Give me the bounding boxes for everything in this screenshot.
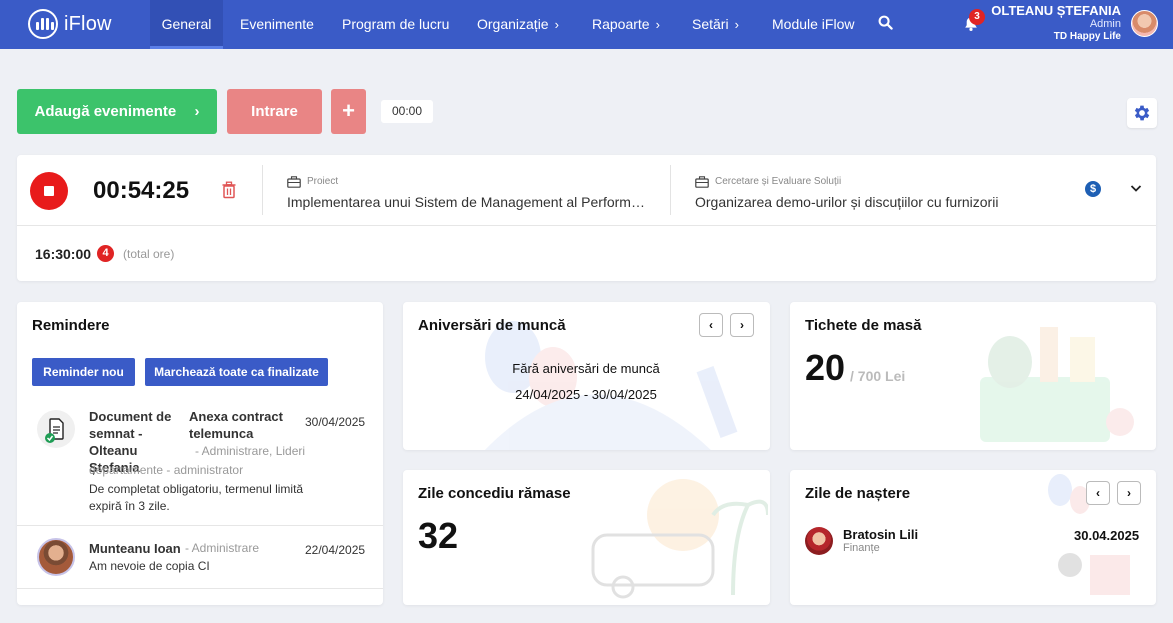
nav-label: Program de lucru [342, 16, 450, 32]
document-sign-icon [37, 410, 75, 448]
chevron-right-icon: › [655, 17, 660, 32]
chevron-down-icon[interactable] [1129, 181, 1143, 195]
new-reminder-button[interactable]: Reminder nou [32, 358, 135, 386]
chevron-right-icon: › [194, 103, 200, 120]
birthdays-title: Zile de naștere [805, 485, 911, 502]
nav-label: Setări [692, 16, 729, 32]
activity-label: Cercetare și Evaluare Soluții [715, 176, 842, 187]
activity-value[interactable]: Organizarea demo-urilor și discuțiilor c… [695, 194, 1065, 210]
vacation-title: Zile concediu rămase [418, 485, 571, 502]
logo-icon [28, 9, 58, 39]
meal-tickets-card: Tichete de masă 20 / 700 Lei [790, 302, 1156, 450]
logo[interactable]: iFlow [28, 9, 112, 39]
user-role: Admin [1089, 18, 1121, 30]
total-hours: 16:30:00 [35, 246, 92, 262]
user-company: TD Happy Life [1053, 31, 1121, 42]
prev-arrow-button[interactable]: ‹ [699, 313, 723, 337]
logo-text: iFlow [64, 12, 112, 35]
mark-all-done-button[interactable]: Marchează toate ca finalizate [145, 358, 328, 386]
reminder-body: Am nevoie de copia CI [89, 559, 210, 573]
project-label: Proiect [307, 176, 339, 187]
next-arrow-button[interactable]: › [1117, 481, 1141, 505]
top-navbar: iFlow General Evenimente Program de lucr… [0, 0, 1173, 49]
nav-rapoarte[interactable]: Rapoarte › [592, 0, 660, 49]
nav-general[interactable]: General [150, 0, 223, 49]
anniversaries-title: Aniversări de muncă [418, 317, 566, 334]
work-anniversaries-card: Aniversări de muncă ‹ › Fără aniversări … [403, 302, 770, 450]
meal-tickets-count: 20 [805, 347, 846, 388]
reminders-card: Remindere Reminder nou Marchează toate c… [17, 302, 383, 605]
nav-label: General [161, 16, 212, 32]
birthday-department: Finanțe [843, 542, 880, 554]
total-hours-label: (total ore) [123, 247, 175, 261]
entry-button[interactable]: Intrare [227, 89, 322, 134]
reminder-date: 30/04/2025 [305, 415, 366, 429]
billable-dollar-icon: $ [1085, 181, 1101, 197]
reminder-body: De completat obligatoriu, termenul limit… [89, 482, 304, 513]
nav-label: Module iFlow [772, 16, 855, 32]
reminder-author[interactable]: Munteanu Ioan [89, 540, 181, 557]
reminder-meta: - Administrare [185, 541, 260, 555]
user-avatar [37, 538, 75, 576]
nav-evenimente[interactable]: Evenimente [240, 0, 314, 49]
meal-tickets-amount: / 700 Lei [850, 368, 906, 384]
gear-icon [1134, 105, 1150, 121]
user-avatar[interactable] [1131, 10, 1158, 37]
birthdays-card: Zile de naștere ‹ › Bratosin Lili Finanț… [790, 470, 1156, 605]
divider [17, 225, 1156, 226]
chevron-right-icon: › [554, 17, 559, 32]
meal-tickets-title: Tichete de masă [805, 317, 922, 334]
prev-arrow-button[interactable]: ‹ [1086, 481, 1110, 505]
divider [17, 525, 383, 526]
briefcase-icon [287, 176, 301, 188]
stop-icon [44, 186, 54, 196]
nav-organizatie[interactable]: Organizație › [477, 0, 559, 49]
briefcase-icon [695, 176, 709, 188]
elapsed-time: 00:54:25 [93, 177, 190, 204]
birthday-name[interactable]: Bratosin Lili [843, 527, 918, 542]
settings-button[interactable] [1127, 98, 1157, 128]
divider [17, 588, 383, 589]
reminder-meta: - Administrare, Lideri departamente - ad… [89, 444, 306, 477]
birthday-avatar [805, 527, 833, 555]
birthday-date: 30.04.2025 [1074, 528, 1140, 543]
nav-module-iflow[interactable]: Module iFlow [772, 0, 854, 49]
entries-count-badge: 4 [97, 245, 114, 262]
nav-label: Rapoarte [592, 16, 650, 32]
reminder-doc-subtitle[interactable]: Anexa contract telemunca [189, 408, 299, 442]
reminder-date: 22/04/2025 [305, 543, 366, 557]
nav-label: Evenimente [240, 16, 314, 32]
next-arrow-button[interactable]: › [730, 313, 754, 337]
stop-timer-button[interactable] [30, 172, 68, 210]
timer-input[interactable]: 00:00 [381, 100, 433, 123]
chevron-right-icon: › [734, 17, 739, 32]
add-events-label: Adaugă evenimente [34, 103, 177, 120]
no-anniversaries-text: Fără aniversări de muncă [512, 361, 660, 376]
groceries-illustration [980, 327, 1134, 442]
nav-setari[interactable]: Setări › [692, 0, 739, 49]
add-events-button[interactable]: Adaugă evenimente › [17, 89, 217, 134]
date-range: 24/04/2025 - 30/04/2025 [515, 387, 657, 402]
nav-label: Organizație [477, 16, 549, 32]
caravan-illustration [591, 479, 768, 599]
search-icon[interactable] [878, 15, 893, 30]
divider [262, 165, 263, 215]
nav-program-de-lucru[interactable]: Program de lucru [342, 0, 449, 49]
trash-icon[interactable] [221, 181, 237, 199]
plus-button[interactable]: + [331, 89, 366, 134]
project-value[interactable]: Implementarea unui Sistem de Management … [287, 194, 647, 210]
vacation-days-card: Zile concediu rămase 32 [403, 470, 770, 605]
vacation-days-count: 32 [418, 515, 459, 556]
user-name[interactable]: OLTEANU ȘTEFANIA [991, 3, 1121, 18]
notification-count-badge: 3 [969, 9, 985, 25]
divider [670, 165, 671, 215]
active-timer-card: 00:54:25 Proiect Implementarea unui Sist… [17, 155, 1156, 281]
reminders-title: Remindere [32, 317, 110, 334]
